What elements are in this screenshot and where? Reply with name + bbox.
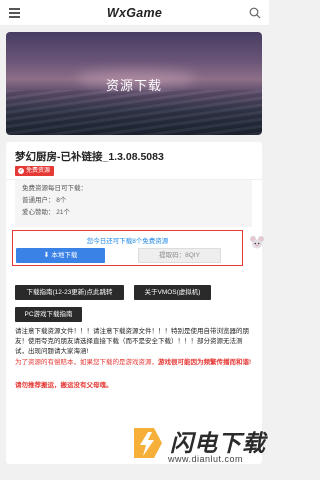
download-guide-button[interactable]: 下载指南(12-23更新)点此跳转: [15, 285, 124, 300]
app-title: 梦幻厨房-已补链接_1.3.08.5083: [15, 151, 164, 163]
badge-label: 免费资源: [26, 168, 51, 174]
quota-line-normal-user: 普通用户： 8个: [22, 197, 67, 204]
watermark-url: www.dianlut.com: [168, 454, 244, 464]
download-warning-text: 请注意下载资源文件！！！请注意下载资源文件！！！特别是使用自带浏览器的朋友！使用…: [15, 328, 249, 355]
copyright-notice-normal: 为了资源的有偿赔本，如果您下载的是游戏资源，: [15, 359, 158, 366]
watermark-text: 闪电下载: [170, 430, 266, 456]
mouse-mascot-icon: [250, 236, 264, 249]
search-icon[interactable]: [249, 7, 261, 19]
local-download-label: 本地下载: [51, 252, 78, 259]
free-resource-badge: ✓ 免费资源: [15, 166, 55, 176]
quota-line-sponsor: 爱心赞助： 21个: [22, 209, 71, 216]
vmos-button[interactable]: 关于VMOS(虚拟机): [134, 285, 211, 300]
remaining-downloads-notice: 您今日还可下载8个免费资源: [86, 238, 169, 245]
extraction-code-button[interactable]: 提取码：8QIY: [138, 248, 221, 263]
copyright-notice: 为了资源的有偿赔本，如果您下载的是游戏资源，游戏很可能因为频繁传播而和谐!: [15, 358, 255, 368]
quota-line-title: 免费资源每日可下载：: [22, 185, 87, 192]
lightning-logo-icon: [134, 428, 162, 458]
repost-warning: 请勿推荐搬运，搬运没有父母魂。: [15, 382, 113, 389]
pc-guide-button[interactable]: PC游戏下载指南: [15, 307, 82, 322]
download-quota-info: 免费资源每日可下载： 普通用户： 8个 爱心赞助： 21个: [15, 180, 252, 227]
top-bar: WxGame: [0, 0, 269, 26]
hero-title: 资源下载: [105, 78, 162, 93]
download-box: 您今日还可下载8个免费资源 ⬇ 本地下载 提取码：8QIY: [12, 230, 243, 266]
hero-banner: 资源下载: [6, 32, 262, 135]
resource-card: 梦幻厨房-已补链接_1.3.08.5083 ✓ 免费资源 免费资源每日可下载： 普…: [6, 142, 264, 464]
copyright-notice-bold: 游戏很可能因为频繁传播而和谐!: [158, 359, 252, 366]
site-watermark: 闪电下载 www.dianlut.com: [128, 422, 265, 472]
local-download-button[interactable]: ⬇ 本地下载: [16, 248, 105, 263]
site-brand[interactable]: WxGame: [0, 6, 269, 20]
check-icon: ✓: [18, 168, 24, 174]
